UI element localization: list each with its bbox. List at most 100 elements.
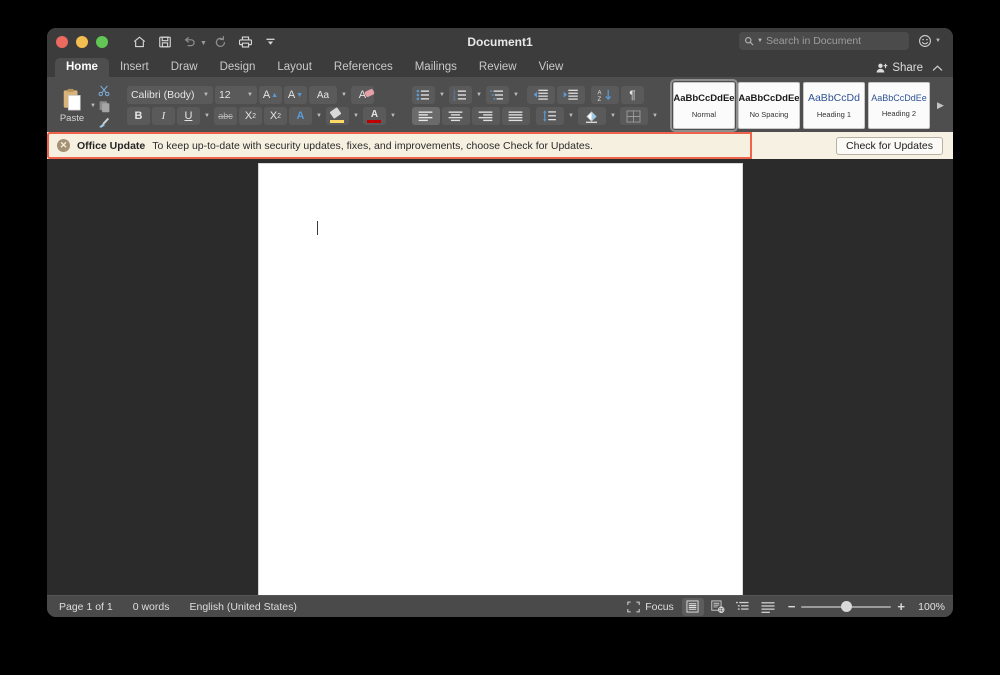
style-heading-2[interactable]: AaBbCcDdEe Heading 2	[868, 82, 930, 129]
multilevel-list-icon[interactable]	[486, 86, 509, 104]
search-input[interactable]: ▼ Search in Document	[739, 32, 909, 50]
language-indicator[interactable]: English (United States)	[189, 601, 296, 613]
zoom-slider[interactable]	[801, 601, 891, 613]
decrease-indent-icon[interactable]	[527, 86, 555, 104]
highlight-color-button[interactable]	[326, 107, 349, 125]
strikethrough-button[interactable]: abc	[214, 107, 237, 125]
title-bar: ▼ Document1	[47, 28, 953, 55]
numbering-dropdown-icon[interactable]: ▼	[474, 92, 484, 98]
tab-design[interactable]: Design	[209, 58, 267, 77]
shading-bucket-icon[interactable]	[578, 107, 606, 125]
feedback-smiley-button[interactable]: ▼	[918, 34, 941, 48]
undo-dropdown-icon[interactable]: ▼	[200, 40, 207, 47]
paste-button[interactable]: Paste	[52, 79, 92, 132]
line-spacing-dropdown-icon[interactable]: ▼	[566, 113, 576, 119]
web-layout-view-icon[interactable]	[707, 598, 729, 616]
quick-access-toolbar: ▼	[128, 31, 282, 52]
change-case-button[interactable]: Aa	[309, 86, 337, 104]
bold-button[interactable]: B	[127, 107, 150, 125]
word-count[interactable]: 0 words	[133, 601, 170, 613]
align-left-icon[interactable]	[412, 107, 440, 125]
numbered-list-icon[interactable]: 1 2 3	[449, 86, 472, 104]
share-button[interactable]: Share	[876, 62, 923, 74]
multilevel-dropdown-icon[interactable]: ▼	[511, 92, 521, 98]
zoom-control: − + 100%	[788, 600, 945, 613]
styles-pane-button[interactable]: 1 Styles Pane	[951, 83, 953, 128]
style-no-spacing[interactable]: AaBbCcDdEe No Spacing	[738, 82, 800, 129]
clear-formatting-button[interactable]: A	[351, 86, 374, 104]
zoom-level-label[interactable]: 100%	[911, 601, 945, 613]
clipboard-small-buttons	[96, 81, 113, 130]
print-icon[interactable]	[234, 31, 257, 52]
save-icon[interactable]	[153, 31, 176, 52]
tab-layout[interactable]: Layout	[266, 58, 323, 77]
draft-view-icon[interactable]	[757, 598, 779, 616]
zoom-slider-handle[interactable]	[841, 601, 852, 612]
borders-icon[interactable]	[620, 107, 648, 125]
tab-references[interactable]: References	[323, 58, 404, 77]
close-circle-icon[interactable]: ✕	[57, 139, 70, 152]
font-family-combobox[interactable]: Calibri (Body) ▼	[127, 86, 213, 104]
underline-dropdown-icon[interactable]: ▼	[202, 113, 212, 119]
zoom-in-button[interactable]: +	[897, 600, 905, 613]
close-window-button[interactable]	[56, 36, 68, 48]
zoom-out-button[interactable]: −	[788, 600, 796, 613]
tab-draw[interactable]: Draw	[160, 58, 209, 77]
chevron-up-icon[interactable]	[932, 64, 943, 73]
font-size-combobox[interactable]: 12 ▼	[215, 86, 257, 104]
chevron-right-icon[interactable]: ▶	[933, 100, 948, 111]
text-effects-button[interactable]: A	[289, 107, 312, 125]
grow-font-button[interactable]: A▲	[259, 86, 282, 104]
customize-toolbar-icon[interactable]	[259, 31, 282, 52]
page-count[interactable]: Page 1 of 1	[59, 601, 113, 613]
shrink-font-button[interactable]: A▼	[284, 86, 307, 104]
outline-view-icon[interactable]	[732, 598, 754, 616]
line-spacing-icon[interactable]	[536, 107, 564, 125]
maximize-window-button[interactable]	[96, 36, 108, 48]
copy-icon[interactable]	[96, 99, 113, 114]
check-for-updates-button[interactable]: Check for Updates	[836, 137, 943, 155]
minimize-window-button[interactable]	[76, 36, 88, 48]
align-right-icon[interactable]	[472, 107, 500, 125]
tab-insert[interactable]: Insert	[109, 58, 160, 77]
redo-icon[interactable]	[209, 31, 232, 52]
italic-button[interactable]: I	[152, 107, 175, 125]
tab-mailings[interactable]: Mailings	[404, 58, 468, 77]
font-family-dropdown-icon[interactable]: ▼	[203, 92, 209, 98]
scissors-icon[interactable]	[96, 83, 113, 98]
font-color-button[interactable]: A	[363, 107, 386, 125]
superscript-button[interactable]: X2	[264, 107, 287, 125]
borders-dropdown-icon[interactable]: ▼	[650, 113, 660, 119]
increase-indent-icon[interactable]	[557, 86, 585, 104]
tab-home[interactable]: Home	[55, 58, 109, 77]
bullets-dropdown-icon[interactable]: ▼	[437, 92, 447, 98]
tab-view[interactable]: View	[528, 58, 575, 77]
subscript-button[interactable]: X2	[239, 107, 262, 125]
text-effects-label: A	[296, 110, 304, 122]
underline-button[interactable]: U	[177, 107, 200, 125]
focus-mode-button[interactable]: Focus	[627, 601, 679, 613]
style-preview-normal: AaBbCcDdEe	[673, 93, 734, 104]
style-heading-1[interactable]: AaBbCcDd Heading 1	[803, 82, 865, 129]
justify-icon[interactable]	[502, 107, 530, 125]
feedback-dropdown-icon[interactable]: ▼	[935, 38, 941, 44]
font-color-dropdown-icon[interactable]: ▼	[388, 113, 398, 119]
document-page[interactable]	[259, 164, 742, 595]
shading-dropdown-icon[interactable]: ▼	[608, 113, 618, 119]
search-scope-dropdown-icon[interactable]: ▼	[757, 38, 763, 44]
print-layout-view-icon[interactable]	[682, 598, 704, 616]
tab-review[interactable]: Review	[468, 58, 528, 77]
home-icon[interactable]	[128, 31, 151, 52]
text-effects-dropdown-icon[interactable]: ▼	[314, 113, 324, 119]
pilcrow-icon[interactable]: ¶	[621, 86, 644, 104]
document-canvas[interactable]	[47, 159, 953, 595]
bullet-list-icon[interactable]	[412, 86, 435, 104]
undo-icon[interactable]	[178, 31, 201, 52]
align-center-icon[interactable]	[442, 107, 470, 125]
font-size-dropdown-icon[interactable]: ▼	[247, 92, 253, 98]
highlight-dropdown-icon[interactable]: ▼	[351, 113, 361, 119]
change-case-dropdown-icon[interactable]: ▼	[339, 92, 349, 98]
sort-az-icon[interactable]: A Z	[591, 86, 619, 104]
paintbrush-icon[interactable]	[96, 115, 113, 130]
style-normal[interactable]: AaBbCcDdEe Normal	[673, 82, 735, 129]
